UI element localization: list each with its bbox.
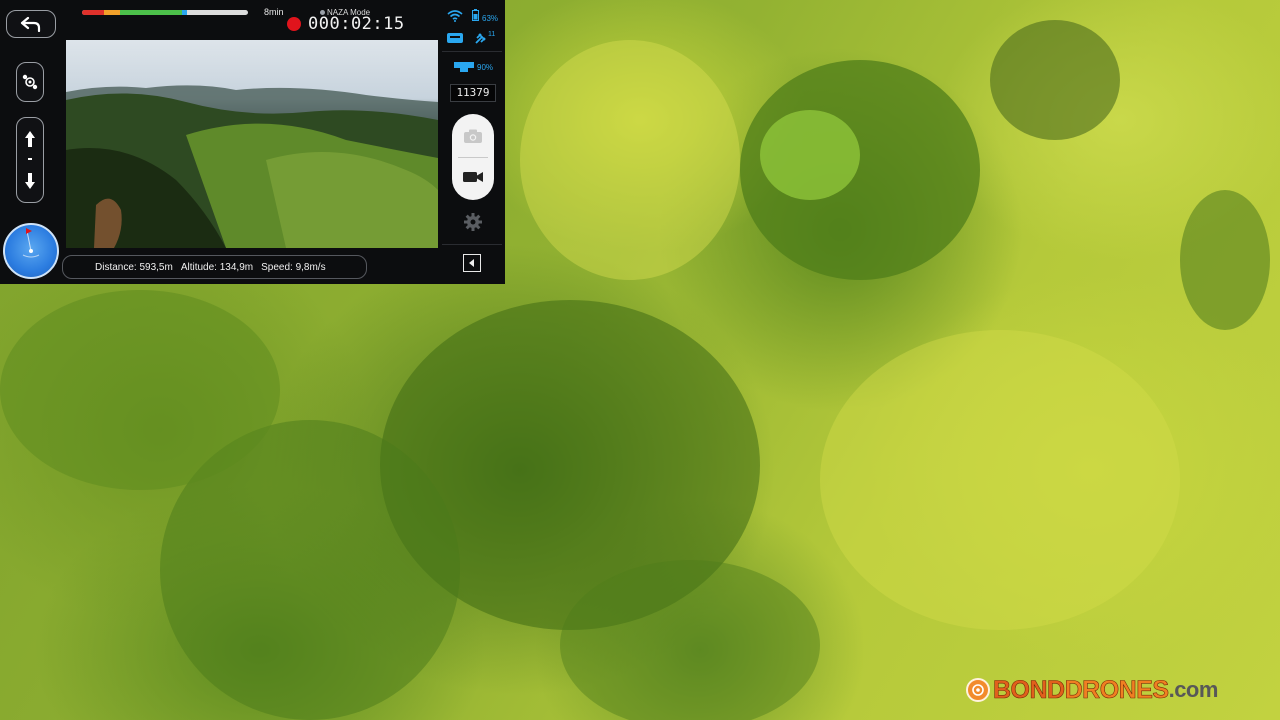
battery-segment-red [82,10,104,15]
battery-segment-green [120,10,185,15]
capture-divider [458,157,488,158]
left-control-rail [0,0,62,284]
tilt-arrows-icon [25,131,35,189]
gear-icon[interactable] [463,212,483,232]
preview-landscape [66,85,438,248]
aircraft-battery-icon [454,62,474,72]
battery-marker [182,10,187,15]
remote-controller-icon [447,33,463,43]
fpv-camera-preview [66,40,438,248]
capture-mode-switch[interactable] [452,114,494,200]
back-button[interactable] [6,10,56,38]
satellite-icon [475,33,486,44]
compass-radar[interactable] [3,223,59,279]
telemetry-bar: Distance: 593,5m Altitude: 134,9m Speed:… [62,255,367,279]
altitude-readout-box: 11379 [450,84,496,102]
divider [442,51,502,52]
watermark-drones: DRONES [1064,675,1169,704]
takeoff-land-button[interactable] [16,62,44,102]
right-control-rail: 63% 11 90% 11379 [442,4,504,284]
aircraft-battery-text: 90% [477,63,494,72]
tree-cluster [0,290,280,490]
speed-readout: Speed: 9,8m/s [261,261,326,273]
divider [442,244,502,245]
photo-camera-icon[interactable] [463,128,483,144]
grass-field [820,330,1180,630]
flight-status-bar: 8min NAZA Mode 000:02:15 [62,0,440,36]
gimbal-tilt-control[interactable] [16,117,44,203]
compass-heading-icon [22,228,40,258]
record-indicator-icon [287,17,301,31]
phone-battery-text: 63% [482,14,499,23]
bonddrones-watermark: BOND DRONES .com [966,674,1218,706]
tree-cluster [560,560,820,720]
bonddrones-logo-icon [966,678,990,702]
tree-cluster [1180,190,1270,330]
app-overlay-panel: 8min NAZA Mode 000:02:15 Distance: 593,5… [0,0,505,284]
watermark-com: .com [1168,677,1219,702]
back-arrow-icon [20,16,41,32]
grass-field [520,40,740,280]
tree-cluster [760,110,860,200]
battery-progress-bar [82,10,248,15]
distance-readout: Distance: 593,5m [95,261,173,273]
wifi-signal-icon [447,10,463,22]
aircraft-icon [22,74,38,90]
collapse-panel-button[interactable] [463,254,481,272]
battery-segment-orange [104,10,120,15]
video-camera-icon[interactable] [462,170,484,184]
satellite-count: 11 [488,31,496,38]
flight-time-remaining: 8min [264,7,284,17]
tree-cluster [990,20,1120,140]
watermark-bond: BOND [993,675,1066,704]
collapse-arrow-icon [469,259,474,267]
record-timer: 000:02:15 [308,14,405,34]
phone-battery-icon [472,9,479,21]
altitude-readout: Altitude: 134,9m [180,261,254,273]
